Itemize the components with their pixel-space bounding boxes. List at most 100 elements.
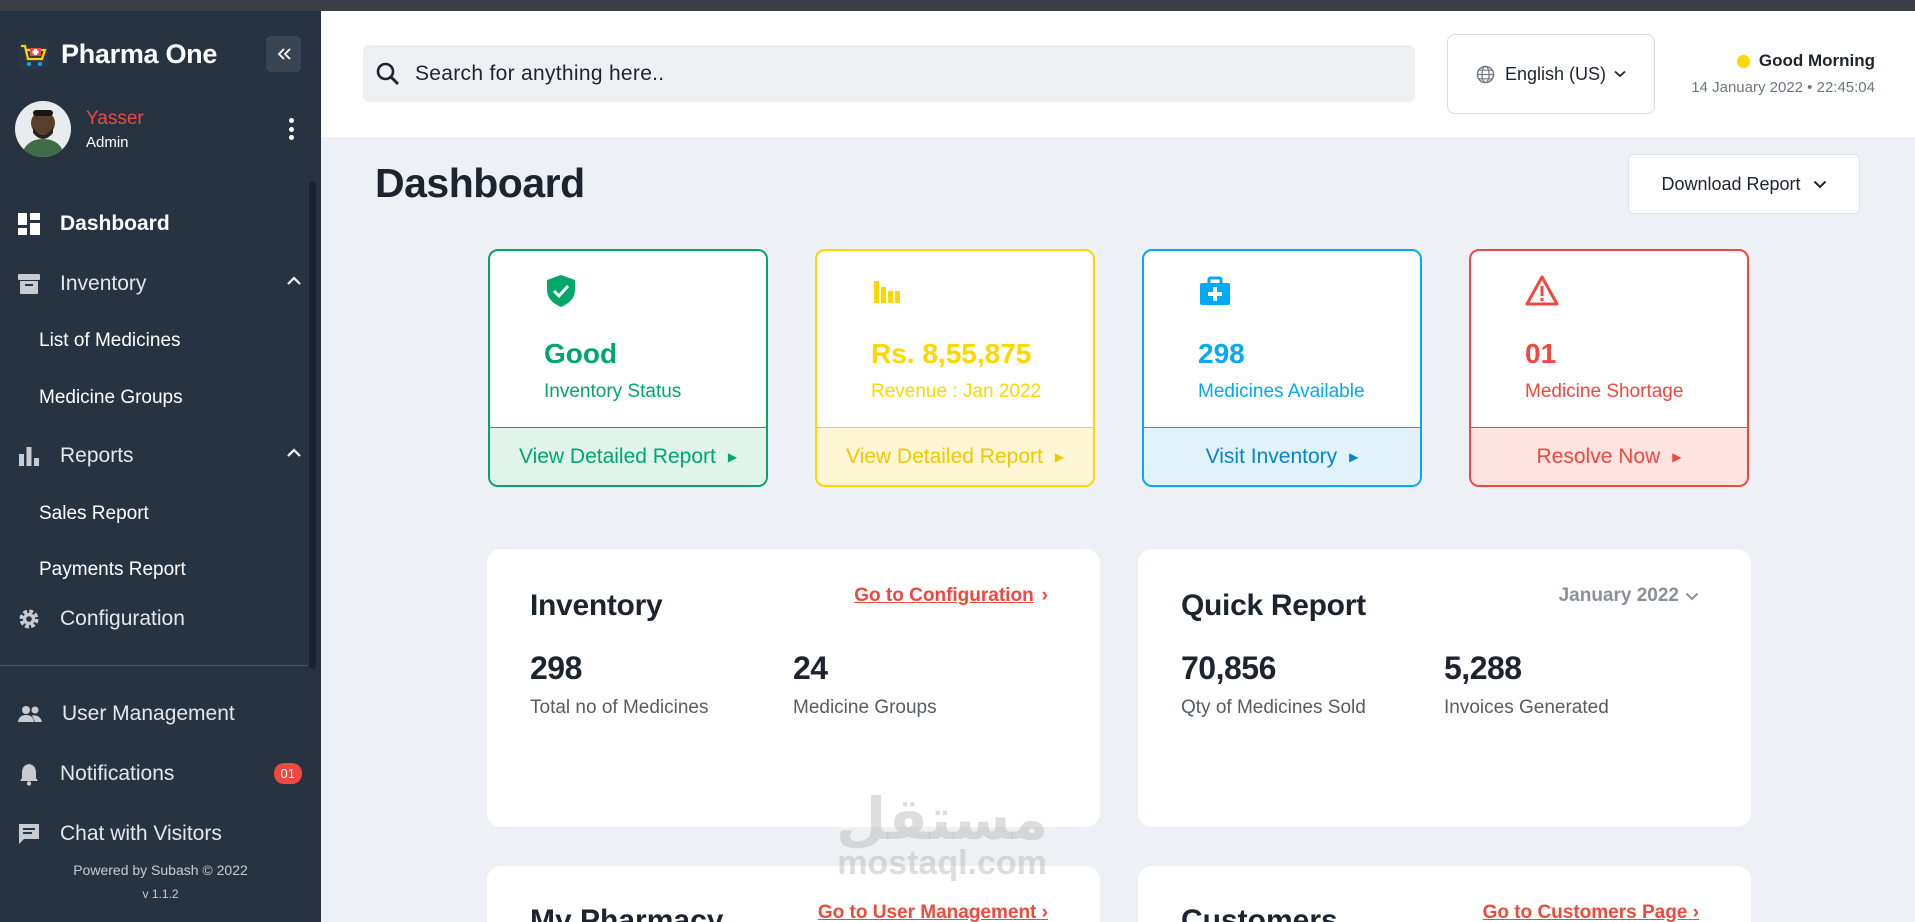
- sidebar-item-dashboard[interactable]: Dashboard: [17, 209, 302, 239]
- view-detailed-report-button[interactable]: View Detailed Report ▶: [817, 427, 1093, 485]
- chevron-down-icon: [1685, 592, 1699, 600]
- card-action-label: View Detailed Report: [518, 444, 716, 468]
- user-menu-kebab-icon[interactable]: [281, 115, 301, 143]
- watermark-arabic: مستقل: [836, 785, 1049, 853]
- sidebar-scrollbar[interactable]: [309, 181, 316, 669]
- sidebar-item-sales-report[interactable]: Sales Report: [39, 503, 149, 525]
- cart-logo-icon: [18, 39, 48, 69]
- card-label: Medicines Available: [1198, 381, 1365, 402]
- caret-right-icon: ▶: [1054, 449, 1065, 464]
- window-top-strip: [0, 0, 1915, 11]
- chevron-right-icon: ›: [1692, 902, 1699, 922]
- shield-check-icon: [547, 275, 575, 307]
- sidebar-divider: [0, 665, 308, 666]
- watermark-latin: mostaql.com: [837, 844, 1047, 882]
- panel-title: Customers: [1181, 904, 1338, 922]
- stat-label: Qty of Medicines Sold: [1181, 697, 1366, 718]
- users-icon: [18, 706, 42, 722]
- sidebar-item-label: Notifications: [60, 762, 175, 785]
- medicine-shortage-card: 01 Medicine Shortage Resolve Now ▶: [1469, 249, 1749, 487]
- inventory-status-card: Good Inventory Status View Detailed Repo…: [488, 249, 768, 487]
- stat-value: 5,288: [1444, 650, 1522, 686]
- caret-right-icon: ▶: [727, 449, 738, 464]
- bell-icon: [20, 764, 38, 786]
- top-header: English (US) Good Morning 14 January 202…: [321, 11, 1915, 137]
- download-report-button[interactable]: Download Report: [1628, 154, 1860, 214]
- visit-inventory-button[interactable]: Visit Inventory ▶: [1144, 427, 1420, 485]
- sidebar-item-notifications[interactable]: Notifications 01: [17, 759, 302, 789]
- stat-label: Medicine Groups: [793, 697, 937, 718]
- datetime-text: 14 January 2022 • 22:45:04: [1691, 79, 1875, 96]
- go-to-user-management-link[interactable]: Go to User Management ›: [818, 902, 1048, 922]
- avatar[interactable]: [15, 101, 71, 157]
- go-to-customers-page-link[interactable]: Go to Customers Page ›: [1483, 902, 1699, 922]
- link-label: Go to Customers Page: [1482, 902, 1688, 922]
- greeting-text: Good Morning: [1758, 51, 1875, 70]
- resolve-now-button[interactable]: Resolve Now ▶: [1471, 427, 1747, 485]
- app-name: Pharma One: [61, 38, 218, 69]
- sidebar-item-chat[interactable]: Chat with Visitors: [17, 819, 302, 849]
- quick-report-panel: Quick Report January 2022 70,856 Qty of …: [1138, 549, 1751, 827]
- archive-box-icon: [18, 274, 40, 294]
- powered-by-text: Powered by Subash © 2022: [73, 862, 248, 878]
- stat-total-medicines: 298 Total no of Medicines: [530, 650, 709, 719]
- language-select[interactable]: English (US): [1447, 34, 1655, 114]
- bar-chart-icon: [19, 447, 39, 466]
- card-label: Inventory Status: [544, 381, 682, 402]
- chevron-up-icon: [287, 448, 301, 457]
- sidebar-item-payments-report[interactable]: Payments Report: [39, 559, 186, 581]
- stat-label: Invoices Generated: [1444, 697, 1609, 718]
- period-value: January 2022: [1558, 585, 1679, 606]
- card-action-label: Visit Inventory: [1205, 444, 1338, 468]
- language-value: English (US): [1504, 63, 1607, 84]
- stat-qty-sold: 70,856 Qty of Medicines Sold: [1181, 650, 1366, 719]
- sidebar: Pharma One Yasser Admin Dashboard Invent…: [0, 11, 321, 922]
- greeting-block: Good Morning 14 January 2022 • 22:45:04: [1691, 51, 1875, 96]
- sidebar-item-label: Configuration: [60, 607, 185, 630]
- revenue-card: Rs. 8,55,875 Revenue : Jan 2022 View Det…: [815, 249, 1095, 487]
- panel-title: My Pharmacy: [530, 904, 724, 922]
- chevron-right-icon: ›: [1041, 902, 1048, 922]
- go-to-configuration-link[interactable]: Go to Configuration ›: [854, 585, 1048, 607]
- view-detailed-report-button[interactable]: View Detailed Report ▶: [490, 427, 766, 485]
- search-icon: [376, 62, 400, 85]
- stat-label: Total no of Medicines: [530, 697, 709, 718]
- link-label: Go to Configuration: [854, 585, 1034, 606]
- panel-title: Inventory: [530, 589, 663, 622]
- sidebar-item-list-of-medicines[interactable]: List of Medicines: [39, 330, 181, 352]
- search-input[interactable]: [415, 61, 1315, 86]
- status-dot-icon: [1736, 54, 1750, 68]
- dashboard-icon: [18, 213, 40, 235]
- sidebar-item-medicine-groups[interactable]: Medicine Groups: [39, 387, 183, 409]
- chevron-up-icon: [287, 276, 301, 285]
- panel-title: Quick Report: [1181, 589, 1366, 622]
- link-label: Go to User Management: [817, 902, 1037, 922]
- sidebar-item-reports[interactable]: Reports: [17, 441, 302, 471]
- sidebar-item-user-management[interactable]: User Management: [17, 699, 302, 729]
- stat-value: 298: [530, 650, 582, 686]
- download-report-label: Download Report: [1661, 173, 1801, 194]
- sidebar-item-label: Reports: [60, 444, 134, 467]
- sidebar-item-label: Inventory: [60, 272, 147, 295]
- version-text: v 1.1.2: [142, 887, 179, 901]
- period-select[interactable]: January 2022: [1559, 585, 1699, 607]
- card-label: Revenue : Jan 2022: [871, 381, 1042, 402]
- card-value: Rs. 8,55,875: [871, 338, 1032, 369]
- chevron-down-icon: [1614, 70, 1626, 78]
- search-bar[interactable]: [363, 45, 1415, 102]
- collapse-sidebar-button[interactable]: [266, 36, 301, 72]
- warning-triangle-icon: [1525, 275, 1559, 306]
- bar-chart-icon: [874, 281, 900, 303]
- sidebar-item-configuration[interactable]: Configuration: [17, 604, 302, 634]
- card-value: Good: [544, 338, 618, 369]
- stat-medicine-groups: 24 Medicine Groups: [793, 650, 937, 719]
- brand[interactable]: Pharma One: [17, 37, 217, 71]
- stat-value: 70,856: [1181, 650, 1276, 686]
- user-profile: Yasser Admin: [15, 99, 305, 159]
- card-value: 01: [1525, 338, 1557, 369]
- watermark: مستقل mostaql.com: [836, 790, 1048, 883]
- medical-kit-icon: [1200, 276, 1230, 305]
- sidebar-item-label: Dashboard: [60, 212, 170, 235]
- sidebar-item-inventory[interactable]: Inventory: [17, 269, 302, 299]
- sidebar-item-label: Chat with Visitors: [60, 822, 222, 845]
